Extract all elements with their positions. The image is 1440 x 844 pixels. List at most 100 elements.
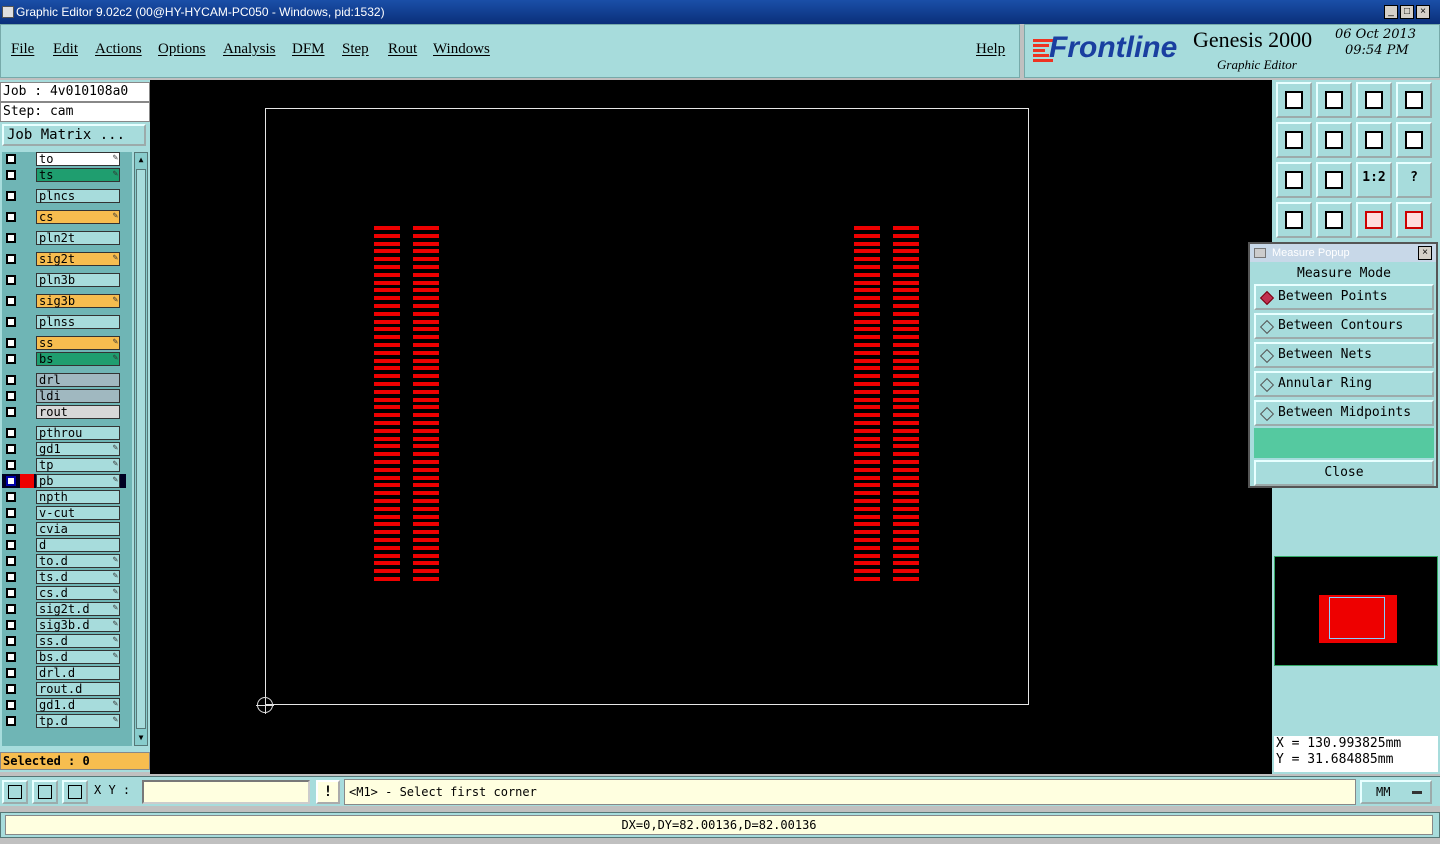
tool-button-16[interactable] xyxy=(1396,202,1432,238)
layer-row-bs-d[interactable]: bs.d ✎ xyxy=(2,650,126,664)
layer-row-d[interactable]: d xyxy=(2,538,126,552)
layer-checkbox[interactable] xyxy=(6,588,16,598)
layer-checkbox[interactable] xyxy=(6,338,16,348)
layer-row-cvia[interactable]: cvia xyxy=(2,522,126,536)
graphic-canvas[interactable] xyxy=(150,80,1272,774)
tool-button-8[interactable] xyxy=(1396,122,1432,158)
layer-row-pln3b[interactable]: pln3b xyxy=(2,273,126,287)
layer-row-pb[interactable]: pb ✎ xyxy=(2,474,126,488)
tool-button-6[interactable] xyxy=(1316,122,1352,158)
menu-options[interactable]: Options xyxy=(158,41,206,58)
layer-checkbox[interactable] xyxy=(6,154,16,164)
close-window-button[interactable]: × xyxy=(1416,5,1430,19)
layer-list-scrollbar[interactable]: ▲ ▼ xyxy=(134,152,148,746)
layer-row-v-cut[interactable]: v-cut xyxy=(2,506,126,520)
tool-button-5[interactable] xyxy=(1276,122,1312,158)
layer-checkbox[interactable] xyxy=(6,508,16,518)
grid-button[interactable] xyxy=(62,780,88,804)
layer-row-drl[interactable]: drl xyxy=(2,373,126,387)
layer-checkbox[interactable] xyxy=(6,407,16,417)
layer-row-npth[interactable]: npth xyxy=(2,490,126,504)
overview-window[interactable] xyxy=(1274,556,1438,666)
angle-button[interactable] xyxy=(32,780,58,804)
layer-row-sig2t[interactable]: sig2t ✎ xyxy=(2,252,126,266)
tool-button-2[interactable] xyxy=(1316,82,1352,118)
popup-close-icon[interactable]: × xyxy=(1418,246,1432,260)
xy-input[interactable] xyxy=(142,780,310,804)
layer-checkbox[interactable] xyxy=(6,444,16,454)
layer-row-ss[interactable]: ss ✎ xyxy=(2,336,126,350)
layer-row-sig3b[interactable]: sig3b ✎ xyxy=(2,294,126,308)
layer-row-sig3b-d[interactable]: sig3b.d ✎ xyxy=(2,618,126,632)
layer-row-cs[interactable]: cs ✎ xyxy=(2,210,126,224)
layer-row-pthrou[interactable]: pthrou xyxy=(2,426,126,440)
job-matrix-button[interactable]: Job Matrix ... xyxy=(2,124,146,146)
layer-row-cs-d[interactable]: cs.d ✎ xyxy=(2,586,126,600)
layer-row-rout[interactable]: rout xyxy=(2,405,126,419)
layer-checkbox[interactable] xyxy=(6,620,16,630)
layer-checkbox[interactable] xyxy=(6,170,16,180)
option-between-midpoints[interactable]: Between Midpoints xyxy=(1254,400,1434,426)
menu-edit[interactable]: Edit xyxy=(53,41,78,58)
layer-checkbox[interactable] xyxy=(6,556,16,566)
menu-rout[interactable]: Rout xyxy=(388,41,417,58)
layer-checkbox[interactable] xyxy=(6,317,16,327)
layer-checkbox[interactable] xyxy=(6,191,16,201)
maximize-button[interactable]: □ xyxy=(1400,5,1414,19)
layer-row-gd1[interactable]: gd1 ✎ xyxy=(2,442,126,456)
layer-checkbox[interactable] xyxy=(6,524,16,534)
layer-checkbox[interactable] xyxy=(6,604,16,614)
layer-checkbox[interactable] xyxy=(6,636,16,646)
layer-row-ts-d[interactable]: ts.d ✎ xyxy=(2,570,126,584)
tool-button-7[interactable] xyxy=(1356,122,1392,158)
tool-button-13[interactable] xyxy=(1276,202,1312,238)
tool-button-12[interactable]: ? xyxy=(1396,162,1432,198)
close-button[interactable]: Close xyxy=(1254,460,1434,486)
menu-actions[interactable]: Actions xyxy=(95,41,142,58)
option-annular-ring[interactable]: Annular Ring xyxy=(1254,371,1434,397)
warning-icon[interactable]: ! xyxy=(316,780,340,804)
menu-step[interactable]: Step xyxy=(342,41,369,58)
tool-button-15[interactable] xyxy=(1356,202,1392,238)
tool-button-10[interactable] xyxy=(1316,162,1352,198)
layer-row-drl-d[interactable]: drl.d xyxy=(2,666,126,680)
layer-row-to[interactable]: to ✎ xyxy=(2,152,126,166)
layer-checkbox[interactable] xyxy=(6,668,16,678)
layer-row-pln2t[interactable]: pln2t xyxy=(2,231,126,245)
menu-help[interactable]: Help xyxy=(976,41,1005,58)
option-between-contours[interactable]: Between Contours xyxy=(1254,313,1434,339)
menu-analysis[interactable]: Analysis xyxy=(223,41,276,58)
snap-button[interactable] xyxy=(2,780,28,804)
tool-button-9[interactable] xyxy=(1276,162,1312,198)
layer-checkbox[interactable] xyxy=(6,296,16,306)
layer-checkbox[interactable] xyxy=(6,492,16,502)
tool-button-11[interactable]: 1:2 xyxy=(1356,162,1392,198)
menu-file[interactable]: File xyxy=(11,41,34,58)
units-select[interactable]: MM xyxy=(1360,780,1432,804)
tool-button-3[interactable] xyxy=(1356,82,1392,118)
option-between-points[interactable]: Between Points xyxy=(1254,284,1434,310)
layer-row-plncs[interactable]: plncs xyxy=(2,189,126,203)
layer-checkbox[interactable] xyxy=(6,540,16,550)
tool-button-14[interactable] xyxy=(1316,202,1352,238)
layer-row-sig2t-d[interactable]: sig2t.d ✎ xyxy=(2,602,126,616)
layer-row-rout-d[interactable]: rout.d xyxy=(2,682,126,696)
layer-checkbox[interactable] xyxy=(6,572,16,582)
menu-windows[interactable]: Windows xyxy=(433,41,490,58)
layer-checkbox[interactable] xyxy=(6,428,16,438)
layer-checkbox[interactable] xyxy=(6,254,16,264)
layer-checkbox[interactable] xyxy=(6,233,16,243)
layer-row-to-d[interactable]: to.d ✎ xyxy=(2,554,126,568)
option-between-nets[interactable]: Between Nets xyxy=(1254,342,1434,368)
layer-checkbox[interactable] xyxy=(6,391,16,401)
layer-row-ss-d[interactable]: ss.d ✎ xyxy=(2,634,126,648)
layer-row-bs[interactable]: bs ✎ xyxy=(2,352,126,366)
layer-row-tp-d[interactable]: tp.d ✎ xyxy=(2,714,126,728)
tool-button-1[interactable] xyxy=(1276,82,1312,118)
minimize-button[interactable]: _ xyxy=(1384,5,1398,19)
menu-dfm[interactable]: DFM xyxy=(292,41,325,58)
layer-checkbox[interactable] xyxy=(6,476,16,486)
layer-row-tp[interactable]: tp ✎ xyxy=(2,458,126,472)
layer-checkbox[interactable] xyxy=(6,716,16,726)
layer-row-plnss[interactable]: plnss xyxy=(2,315,126,329)
